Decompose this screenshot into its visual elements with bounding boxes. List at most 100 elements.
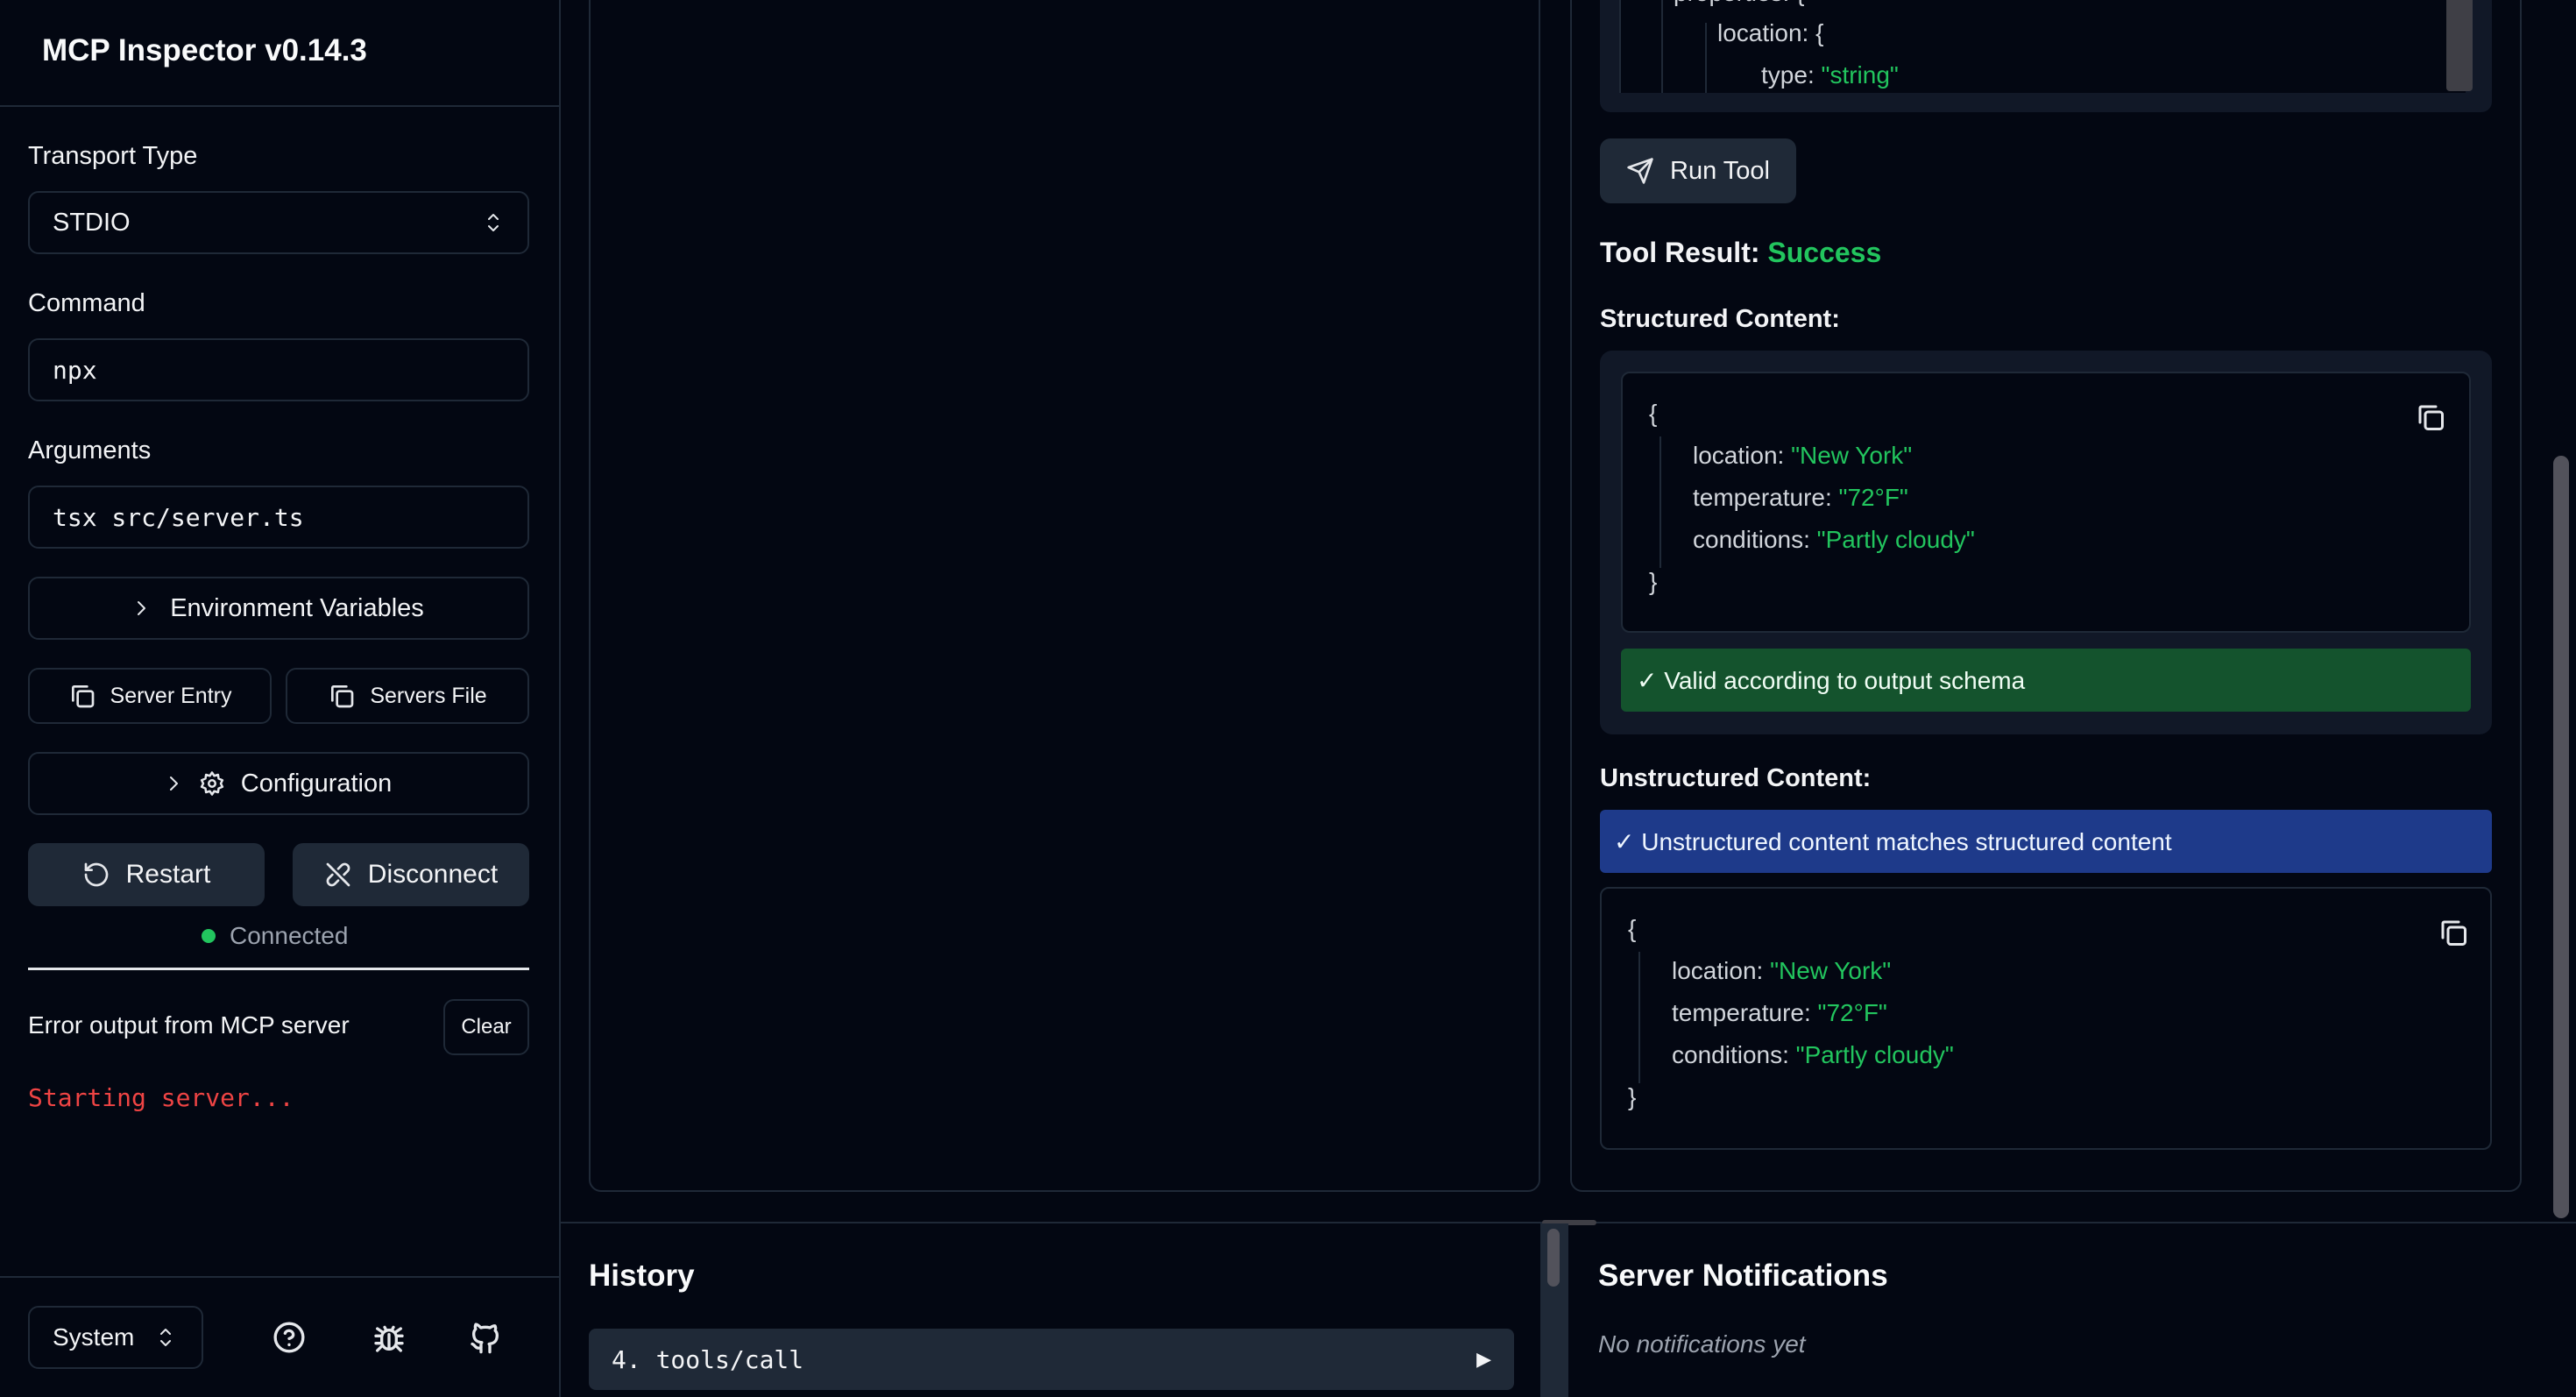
arguments-label: Arguments <box>28 436 152 464</box>
history-title: History <box>589 1259 695 1293</box>
json-field-temperature: temperature: "72°F" <box>1693 484 1908 511</box>
clear-button[interactable]: Clear <box>443 999 529 1055</box>
github-button[interactable] <box>468 1320 503 1359</box>
content-match-banner: ✓ Unstructured content matches structure… <box>1600 810 2492 873</box>
copy-unstructured-button[interactable] <box>2438 917 2469 953</box>
copy-icon <box>2441 920 2466 946</box>
expand-triangle-icon: ▶ <box>1476 1348 1491 1370</box>
chevron-right-icon <box>138 601 146 615</box>
structured-content-label: Structured Content: <box>1600 305 1840 333</box>
structured-content-code: { location: "New York" temperature: "72°… <box>1621 372 2471 633</box>
server-notifications-panel: Server Notifications No notifications ye… <box>1567 1223 2574 1397</box>
app-title: MCP Inspector v0.14.3 <box>42 33 367 67</box>
schema-valid-banner: ✓ Valid according to output schema <box>1621 649 2471 712</box>
restart-label: Restart <box>125 860 211 889</box>
chevron-up-down-icon <box>160 1329 171 1346</box>
main-scrollbar-thumb[interactable] <box>2553 456 2569 1218</box>
transport-type-value: STDIO <box>53 208 131 237</box>
json-open-brace: { <box>1628 915 1637 942</box>
transport-type-label: Transport Type <box>28 142 198 170</box>
theme-value: System <box>53 1323 135 1351</box>
github-icon <box>471 1323 499 1354</box>
history-scrollbar-track <box>1540 1223 1567 1397</box>
unplug-icon <box>326 862 350 887</box>
divider <box>28 968 529 970</box>
copy-icon <box>2418 405 2444 430</box>
footer-divider <box>0 1276 559 1278</box>
debug-button[interactable] <box>372 1320 407 1359</box>
environment-variables-toggle[interactable]: Environment Variables <box>28 577 529 640</box>
unstructured-content-code: { location: "New York" temperature: "72°… <box>1600 887 2492 1150</box>
clear-label: Clear <box>461 1015 512 1039</box>
schema-line-type: type: "string" <box>1761 61 1899 89</box>
send-icon <box>1627 158 1653 184</box>
configuration-label: Configuration <box>240 769 393 798</box>
tool-result-label: Tool Result: <box>1600 237 1760 268</box>
disconnect-button[interactable]: Disconnect <box>293 843 529 906</box>
unstructured-content-label: Unstructured Content: <box>1600 764 1872 792</box>
schema-line-properties: properties: { <box>1674 0 1804 7</box>
json-close-brace: } <box>1628 1083 1637 1110</box>
notifications-empty-text: No notifications yet <box>1598 1330 1806 1358</box>
bug-icon <box>374 1325 404 1352</box>
history-panel: History 4. tools/call ▶ <box>561 1223 1540 1397</box>
gear-icon <box>200 771 223 796</box>
sidebar-header: MCP Inspector v0.14.3 <box>0 0 559 107</box>
theme-select[interactable]: System <box>28 1306 203 1369</box>
servers-file-button[interactable]: Servers File <box>286 668 529 724</box>
tool-result-status: Success <box>1767 237 1882 268</box>
indent-guide <box>1661 0 1663 93</box>
copy-icon <box>71 685 94 708</box>
error-output-label: Error output from MCP server <box>28 1011 350 1039</box>
json-field-conditions: conditions: "Partly cloudy" <box>1693 526 1975 553</box>
command-input[interactable]: npx <box>28 338 529 401</box>
run-tool-button[interactable]: Run Tool <box>1600 138 1796 203</box>
json-open-brace: { <box>1649 400 1658 427</box>
json-field-location: location: "New York" <box>1693 442 1913 469</box>
connection-status: Connected <box>202 922 348 950</box>
status-dot <box>202 929 216 943</box>
input-schema-code: properties: { location: { type: "string" <box>1619 0 2466 93</box>
error-log: Starting server... <box>28 1083 294 1112</box>
history-scrollbar-thumb[interactable] <box>1547 1229 1560 1287</box>
help-circle-icon <box>273 1322 305 1353</box>
main-scrollbar-track <box>2550 0 2574 1222</box>
server-notifications-title: Server Notifications <box>1598 1259 1888 1293</box>
arguments-input[interactable]: tsx src/server.ts <box>28 486 529 549</box>
command-value: npx <box>53 355 97 385</box>
chevron-right-icon <box>169 777 178 791</box>
configuration-toggle[interactable]: Configuration <box>28 752 529 815</box>
environment-variables-label: Environment Variables <box>170 593 424 622</box>
tools-list-panel <box>589 0 1540 1192</box>
structured-content-container: { location: "New York" temperature: "72°… <box>1600 351 2492 734</box>
json-field-location: location: "New York" <box>1672 957 1892 984</box>
arguments-value: tsx src/server.ts <box>53 502 304 532</box>
history-item[interactable]: 4. tools/call ▶ <box>589 1329 1514 1390</box>
json-field-conditions: conditions: "Partly cloudy" <box>1672 1041 1954 1068</box>
chevron-up-down-icon <box>488 214 499 231</box>
json-field-temperature: temperature: "72°F" <box>1672 999 1887 1026</box>
schema-line-location: location: { <box>1717 19 1824 46</box>
schema-scrollbar-thumb[interactable] <box>2446 0 2473 91</box>
copy-icon <box>331 685 354 708</box>
servers-file-label: Servers File <box>370 683 487 708</box>
disconnect-label: Disconnect <box>367 860 499 889</box>
command-label: Command <box>28 289 145 317</box>
copy-structured-button[interactable] <box>2415 401 2446 437</box>
input-schema-container: properties: { location: { type: "string" <box>1600 0 2492 112</box>
run-tool-label: Run Tool <box>1670 156 1770 185</box>
tool-result-heading: Tool Result: Success <box>1600 237 1881 269</box>
help-button[interactable] <box>272 1320 307 1359</box>
server-entry-label: Server Entry <box>110 683 232 708</box>
restart-button[interactable]: Restart <box>28 843 265 906</box>
restart-icon <box>84 862 108 887</box>
json-close-brace: } <box>1649 568 1658 595</box>
indent-guide <box>1638 952 1640 1083</box>
sidebar: MCP Inspector v0.14.3 Transport Type STD… <box>0 0 561 1397</box>
status-text: Connected <box>230 922 349 949</box>
indent-guide <box>1660 436 1661 568</box>
indent-guide <box>1705 23 1707 93</box>
server-entry-button[interactable]: Server Entry <box>28 668 272 724</box>
transport-type-select[interactable]: STDIO <box>28 191 529 254</box>
history-item-label: 4. tools/call <box>612 1344 804 1374</box>
